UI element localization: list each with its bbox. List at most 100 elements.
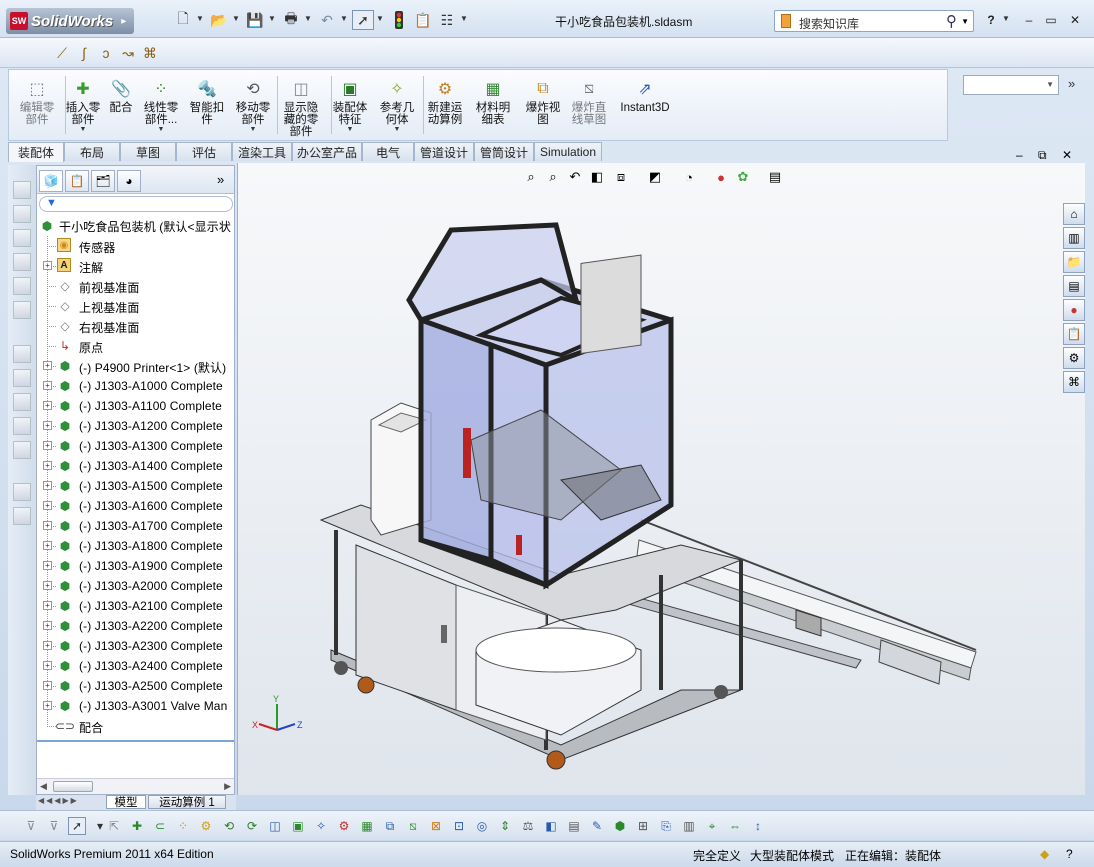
tree-item[interactable]: + ⬢ (-) J1303-A2200 Complete xyxy=(37,616,234,636)
tree-root-assembly[interactable]: ⬢ 干小吃食品包装机 (默认<显示状 xyxy=(37,216,234,236)
tree-item[interactable]: ⊂⊃ 配合 xyxy=(37,716,234,736)
restore-button[interactable]: ▭ xyxy=(1042,12,1060,28)
print-icon[interactable]: 🖶 xyxy=(280,10,302,30)
configuration-manager-tab-icon[interactable]: 🗂 xyxy=(91,170,115,192)
search-results-icon[interactable]: ▤ xyxy=(1063,275,1085,297)
large-assembly-icon[interactable]: ▤ xyxy=(565,817,583,835)
measure-icon[interactable]: ⇕ xyxy=(496,817,514,835)
select-dropdown-icon[interactable]: ▼ xyxy=(376,14,384,23)
sketch-icon[interactable]: ✎ xyxy=(588,817,606,835)
doc-restore-button[interactable]: ⧉ xyxy=(1038,148,1047,163)
expand-toggle-icon[interactable]: + xyxy=(43,401,52,410)
solidworks-forum-icon[interactable]: ⌘ xyxy=(1063,371,1085,393)
expand-toggle-icon[interactable]: + xyxy=(43,661,52,670)
rebuild-traffic-light-icon[interactable] xyxy=(388,10,410,30)
tab-1[interactable]: 布局 xyxy=(64,142,120,161)
doc-minimize-button[interactable]: – xyxy=(1016,148,1023,162)
search-icon[interactable]: ⚲ xyxy=(946,12,957,30)
select-arrow-icon[interactable]: ➚ xyxy=(352,10,374,30)
sketch-tool-icon[interactable] xyxy=(13,441,31,459)
rebuild-status-icon[interactable]: ◆ xyxy=(1040,847,1049,861)
appearances-scenes-icon[interactable]: ● xyxy=(1063,299,1085,321)
view-box-icon[interactable] xyxy=(13,253,31,271)
tree-item[interactable]: ◇ 右视基准面 xyxy=(37,316,234,336)
file-explorer-icon[interactable]: 📁 xyxy=(1063,251,1085,273)
expand-toggle-icon[interactable]: + xyxy=(43,461,52,470)
tree-item[interactable]: + ⬢ (-) J1303-A1500 Complete xyxy=(37,476,234,496)
filter-icon[interactable]: ⊽ xyxy=(45,817,63,835)
tree-item[interactable]: + ⬢ (-) J1303-A1600 Complete xyxy=(37,496,234,516)
weld-icon[interactable]: ⌘ xyxy=(140,43,160,63)
chevron-down-icon[interactable]: ▼ xyxy=(324,126,376,133)
sketch-tool-icon[interactable] xyxy=(13,369,31,387)
linear-pattern-button[interactable]: ⁘ 线性零 部件... ▼ xyxy=(135,72,187,138)
tab-3[interactable]: 评估 xyxy=(176,142,232,161)
chevron-down-icon[interactable]: ▼ xyxy=(371,126,423,133)
reference-geometry-button[interactable]: ✧ 参考几 何体 ▼ xyxy=(371,72,423,138)
view-box-icon[interactable] xyxy=(13,277,31,295)
interference-icon[interactable]: ⊠ xyxy=(427,817,445,835)
expand-toggle-icon[interactable]: + xyxy=(43,421,52,430)
expand-toggle-icon[interactable]: + xyxy=(43,641,52,650)
new-document-icon[interactable]: 🗋 xyxy=(172,10,194,30)
options-dropdown-icon[interactable]: ▼ xyxy=(460,14,468,23)
custom-properties-icon[interactable]: 📋 xyxy=(1063,323,1085,345)
edit-appearance-icon[interactable]: ● xyxy=(712,168,730,186)
expand-toggle-icon[interactable]: + xyxy=(43,621,52,630)
open-dropdown-icon[interactable]: ▼ xyxy=(232,14,240,23)
clearance-icon[interactable]: ⊡ xyxy=(450,817,468,835)
tree-item[interactable]: + ⬢ (-) J1303-A3001 Valve Man xyxy=(37,696,234,716)
assembly-feature-button[interactable]: ▣ 装配体 特征 ▼ xyxy=(324,72,376,138)
mass-properties-icon[interactable]: ⚖ xyxy=(519,817,537,835)
configuration-combo[interactable]: ▼ xyxy=(963,75,1059,95)
sketch-line-icon[interactable]: ⟋ xyxy=(52,43,72,63)
property-manager-tab-icon[interactable]: 📋 xyxy=(65,170,89,192)
display-manager-tab-icon[interactable]: ◕ xyxy=(117,170,141,192)
tab-9[interactable]: Simulation xyxy=(534,142,602,161)
move-component-icon[interactable]: ⟲ xyxy=(220,817,238,835)
status-help-icon[interactable]: ? xyxy=(1066,847,1073,861)
new-motion-study-icon[interactable]: ⚙ xyxy=(335,817,353,835)
tree-item[interactable]: + ⬢ (-) J1303-A1700 Complete xyxy=(37,516,234,536)
previous-view-icon[interactable]: ↶ xyxy=(566,168,584,186)
instant3d-button[interactable]: ⇗ Instant3D xyxy=(617,72,673,138)
expand-toggle-icon[interactable]: + xyxy=(43,441,52,450)
tree-item[interactable]: + ⬢ (-) J1303-A2400 Complete xyxy=(37,656,234,676)
tab-7[interactable]: 管道设计 xyxy=(414,142,474,161)
tab-6[interactable]: 电气 xyxy=(362,142,414,161)
tree-item[interactable]: + ⬢ (-) J1303-A1300 Complete xyxy=(37,436,234,456)
zoom-to-area-icon[interactable]: ⌕ xyxy=(544,168,562,186)
new-dropdown-icon[interactable]: ▼ xyxy=(196,14,204,23)
magic-select-icon[interactable]: ⇱ xyxy=(105,817,123,835)
expand-toggle-icon[interactable]: + xyxy=(43,601,52,610)
feature-icon[interactable]: ⬢ xyxy=(611,817,629,835)
tab-nav-arrows-icon[interactable]: ◀◀◀▶▶ xyxy=(38,796,79,805)
tree-item[interactable]: ◇ 上视基准面 xyxy=(37,296,234,316)
exploded-view-icon[interactable]: ⧉ xyxy=(381,817,399,835)
help-dropdown-icon[interactable]: ▼ xyxy=(1002,14,1010,23)
graphics-area[interactable]: Y X Z xyxy=(237,163,1085,795)
table-icon[interactable]: ▥ xyxy=(680,817,698,835)
solidworks-resources-icon[interactable]: ⌂ xyxy=(1063,203,1085,225)
tab-motion-study-1[interactable]: 运动算例 1 xyxy=(148,795,226,809)
tree-item[interactable]: + ⬢ (-) P4900 Printer<1> (默认) xyxy=(37,356,234,376)
tab-4[interactable]: 渲染工具 xyxy=(232,142,292,161)
tree-item[interactable]: + ⬢ (-) J1303-A1000 Complete xyxy=(37,376,234,396)
chevron-down-icon[interactable]: ▼ xyxy=(227,126,279,133)
tree-item[interactable]: + A 注解 xyxy=(37,256,234,276)
spline-icon[interactable]: ∫ xyxy=(74,43,94,63)
print-dropdown-icon[interactable]: ▼ xyxy=(304,14,312,23)
expand-toggle-icon[interactable]: + xyxy=(43,261,52,270)
feature-manager-tab-icon[interactable]: 🧊 xyxy=(39,170,63,192)
tree-item[interactable]: ◇ 前视基准面 xyxy=(37,276,234,296)
mate-icon[interactable]: ⊂ xyxy=(151,817,169,835)
minimize-button[interactable]: – xyxy=(1020,12,1038,28)
expand-toggle-icon[interactable]: + xyxy=(43,521,52,530)
rotate-component-icon[interactable]: ⟳ xyxy=(243,817,261,835)
expand-toggle-icon[interactable]: + xyxy=(43,481,52,490)
tree-item[interactable]: ↳ 原点 xyxy=(37,336,234,356)
smart-fastener-icon[interactable]: ⚙ xyxy=(197,817,215,835)
filter-icon[interactable]: ⊽ xyxy=(22,817,40,835)
toolbox-icon[interactable]: ⚙ xyxy=(1063,347,1085,369)
select-arrow-icon[interactable]: ➚ xyxy=(68,817,86,835)
